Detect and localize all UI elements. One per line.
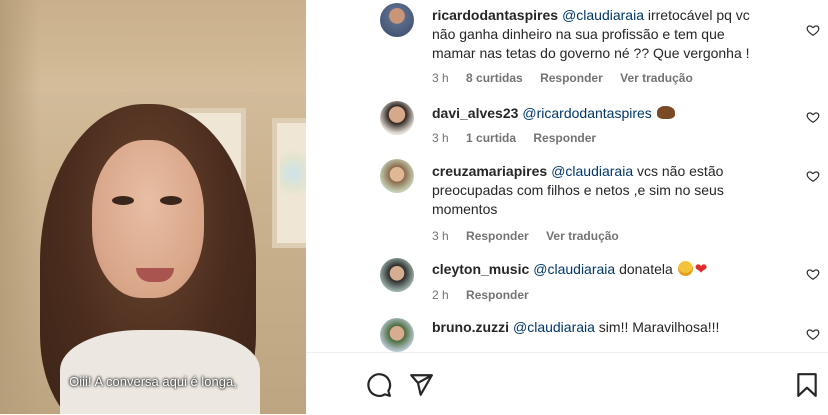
comments-list[interactable]: ricardodantaspires @claudiaraia irretocáv… [306,0,828,352]
comment-text: davi_alves23 @ricardodantaspires [432,104,768,123]
reply-button[interactable]: Responder [466,288,529,302]
video-subtitle: Oiii! A conversa aqui é longa, [69,374,237,389]
comment-username[interactable]: ricardodantaspires [432,7,558,23]
comment-mention[interactable]: @claudiaraia [533,261,615,277]
comment-meta: 3 h 8 curtidas Responder Ver tradução [432,71,707,85]
comment-time[interactable]: 2 h [432,288,449,302]
comment-meta: 2 h Responder [432,288,543,302]
person-shirt [60,330,260,414]
comment-username[interactable]: cleyton_music [432,261,529,277]
bear-emoji-icon [656,106,675,119]
comment-likes[interactable]: 1 curtida [466,131,516,145]
comment-text: cleyton_music @claudiaraia donatela ❤ [432,260,768,279]
avatar[interactable] [380,3,414,37]
star-struck-emoji-icon [677,261,693,276]
comment-message: donatela [615,261,677,277]
heart-outline-icon[interactable] [806,169,820,183]
translate-button[interactable]: Ver tradução [546,229,619,243]
bookmark-icon[interactable] [794,372,820,398]
translate-button[interactable]: Ver tradução [620,71,693,85]
comment-time[interactable]: 3 h [432,71,449,85]
comment-mention[interactable]: @claudiaraia [551,163,633,179]
heart-outline-icon[interactable] [806,110,820,124]
comment-mention[interactable]: @claudiaraia [562,7,644,23]
comment-message: sim!! Maravilhosa!!! [594,319,720,335]
comment-username[interactable]: davi_alves23 [432,105,518,121]
video-shadow [0,0,40,414]
reply-button[interactable]: Responder [466,229,529,243]
comment-text: bruno.zuzzi @claudiaraia sim!! Maravilhos… [432,318,768,337]
comment-mention[interactable]: @ricardodantaspires [522,105,651,121]
heart-outline-icon[interactable] [806,267,820,281]
reply-button[interactable]: Responder [540,71,603,85]
comment-username[interactable]: creuzamariapires [432,163,547,179]
avatar[interactable] [380,258,414,292]
heart-outline-icon[interactable] [806,23,820,37]
action-bar [306,352,828,415]
comment-likes[interactable]: 8 curtidas [466,71,523,85]
red-heart-emoji-icon: ❤ [694,261,708,278]
comment-text: ricardodantaspires @claudiaraia irretocáv… [432,6,768,63]
comment-username[interactable]: bruno.zuzzi [432,319,509,335]
comment-mention[interactable]: @claudiaraia [513,319,595,335]
reply-button[interactable]: Responder [533,131,596,145]
comment-message [652,105,656,121]
person-eye [160,196,182,205]
comment-time[interactable]: 3 h [432,131,449,145]
share-icon[interactable] [408,372,434,398]
comment-meta: 3 h Responder Ver tradução [432,229,633,243]
person-eye [112,196,134,205]
comment-icon[interactable] [366,372,392,398]
avatar[interactable] [380,101,414,135]
comment-time[interactable]: 3 h [432,229,449,243]
avatar[interactable] [380,159,414,193]
avatar[interactable] [380,318,414,352]
comment-text: creuzamariapires @claudiaraia vcs não est… [432,162,768,219]
comment-meta: 3 h 1 curtida Responder [432,131,610,145]
video-background [0,0,306,92]
reel-video[interactable]: Oiii! A conversa aqui é longa, [0,0,306,414]
heart-outline-icon[interactable] [806,327,820,341]
wall-painting [272,118,306,248]
